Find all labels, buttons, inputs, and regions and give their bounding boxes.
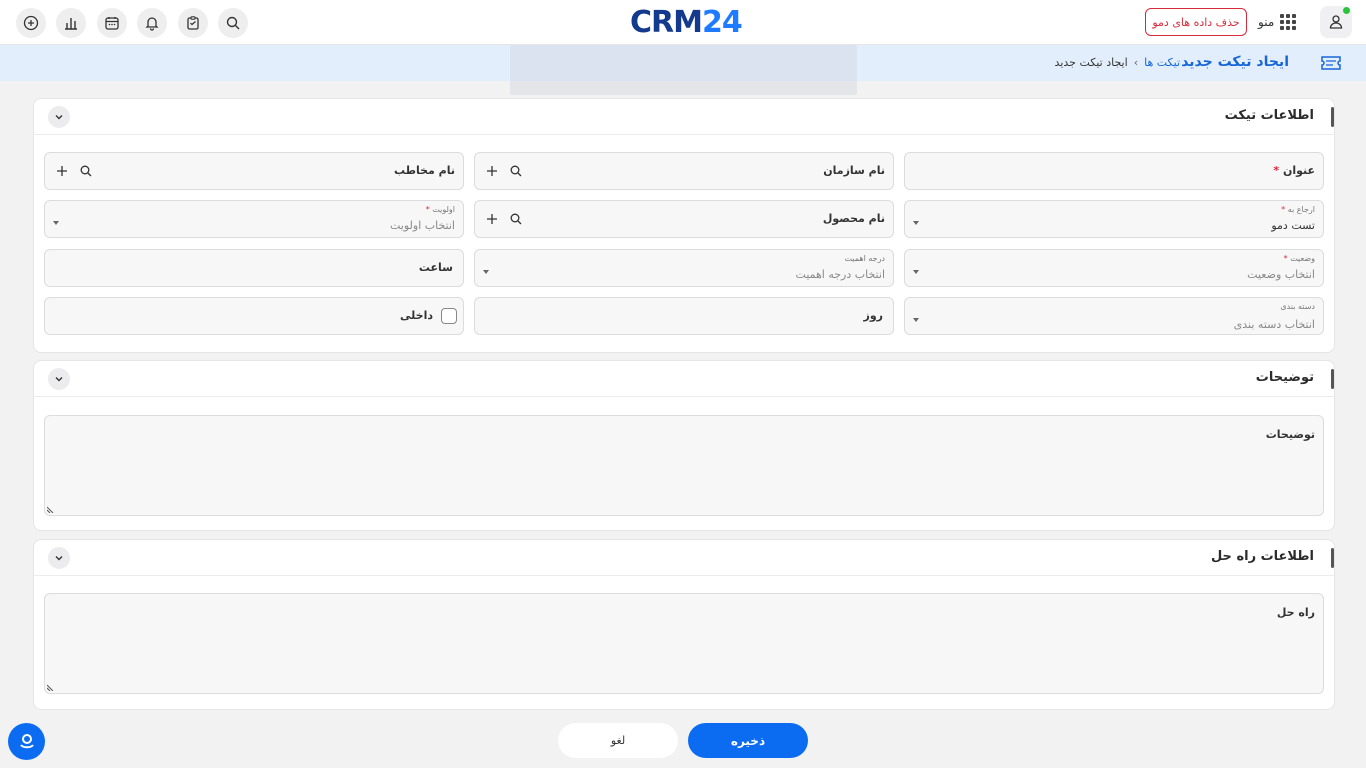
organization-field[interactable]: نام سازمان: [474, 152, 894, 190]
solution-textarea[interactable]: راه حل: [44, 593, 1324, 694]
chevron-down-icon: [913, 270, 919, 274]
assign-label: ارجاع به *: [1281, 205, 1315, 214]
search-icon[interactable]: [218, 8, 248, 38]
internal-label: داخلی: [400, 309, 433, 322]
status-label: وضعیت *: [1283, 254, 1315, 263]
hour-label: ساعت: [418, 261, 453, 274]
status-placeholder: انتخاب وضعیت: [1247, 268, 1315, 281]
solution-collapse-button[interactable]: [48, 547, 70, 569]
plus-icon[interactable]: [55, 164, 69, 178]
description-title: توضیحات: [1255, 370, 1314, 385]
delete-demo-data-button[interactable]: حذف داده های دمو: [1145, 8, 1247, 36]
chevron-down-icon: [55, 556, 63, 561]
section-accent-bar: [1331, 548, 1334, 568]
breadcrumb: تیکت ها › ایجاد تیکت جدید: [1055, 56, 1180, 69]
chevron-down-icon: [913, 318, 919, 322]
section-accent-bar: [1331, 107, 1334, 127]
breadcrumb-separator: ›: [1133, 56, 1139, 69]
importance-label: درجه اهمیت: [844, 254, 885, 263]
search-icon[interactable]: [509, 164, 523, 178]
contact-label: نام مخاطب: [393, 164, 455, 177]
logo-part-24: 24: [701, 4, 743, 40]
chevron-down-icon: [913, 221, 919, 225]
priority-select[interactable]: اولویت * انتخاب اولویت: [44, 200, 464, 238]
solution-title: اطلاعات راه حل: [1210, 549, 1314, 564]
description-header: توضیحات: [34, 361, 1334, 397]
description-collapse-button[interactable]: [48, 368, 70, 390]
category-placeholder: انتخاب دسته بندی: [1233, 318, 1315, 331]
category-label: دسته بندی: [1280, 302, 1315, 311]
product-field[interactable]: نام محصول: [474, 200, 894, 238]
resize-handle-icon[interactable]: [47, 683, 55, 691]
bar-chart-icon[interactable]: [56, 8, 86, 38]
product-label: نام محصول: [822, 212, 885, 225]
breadcrumb-current: ایجاد تیکت جدید: [1054, 56, 1128, 69]
category-select[interactable]: دسته بندی انتخاب دسته بندی: [904, 297, 1324, 335]
apps-grid-icon: [1280, 14, 1297, 30]
solution-card: اطلاعات راه حل راه حل: [33, 539, 1335, 710]
solution-field-label: راه حل: [1276, 606, 1315, 619]
menu-label: منو: [1258, 15, 1275, 29]
crm24-logo[interactable]: CRM 24: [630, 4, 743, 40]
search-icon[interactable]: [509, 212, 523, 226]
plus-icon[interactable]: [485, 164, 499, 178]
bell-icon[interactable]: [137, 8, 167, 38]
description-textarea[interactable]: توضیحات: [44, 415, 1324, 516]
description-card: توضیحات توضیحات: [33, 360, 1335, 531]
faded-toast-overlay: [510, 45, 857, 95]
ticket-info-title: اطلاعات تیکت: [1224, 108, 1314, 123]
clipboard-icon[interactable]: [178, 8, 208, 38]
importance-placeholder: انتخاب درجه اهمیت: [795, 268, 885, 281]
user-profile-button[interactable]: [1320, 6, 1352, 38]
support-chat-button[interactable]: [8, 723, 45, 760]
day-field[interactable]: روز: [474, 297, 894, 335]
ticket-icon: [1321, 56, 1341, 70]
logo-part-crm: CRM: [630, 4, 703, 40]
priority-placeholder: انتخاب اولویت: [389, 219, 455, 232]
chevron-down-icon: [55, 115, 63, 120]
calendar-icon[interactable]: [97, 8, 127, 38]
ticket-info-card: اطلاعات تیکت عنوان * نام سازمان نام مخاط…: [33, 98, 1335, 353]
subject-field[interactable]: عنوان *: [904, 152, 1324, 190]
search-icon[interactable]: [79, 164, 93, 178]
plus-icon[interactable]: [485, 212, 499, 226]
support-icon: [19, 733, 34, 748]
page-title: ایجاد تیکت جدید: [1181, 54, 1289, 70]
assign-value: تست دمو: [1271, 219, 1315, 232]
online-status-indicator: [1343, 7, 1350, 14]
breadcrumb-link-tickets[interactable]: تیکت ها: [1144, 56, 1180, 69]
user-icon: [1329, 15, 1343, 29]
chevron-down-icon: [53, 221, 59, 225]
top-bar: CRM 24 حذف داده های دمو منو: [0, 0, 1366, 45]
add-circle-icon[interactable]: [16, 8, 46, 38]
ticket-info-header: اطلاعات تیکت: [34, 99, 1334, 135]
assign-to-select[interactable]: ارجاع به * تست دمو: [904, 200, 1324, 238]
status-select[interactable]: وضعیت * انتخاب وضعیت: [904, 249, 1324, 287]
cancel-button[interactable]: لغو: [558, 723, 678, 758]
chevron-down-icon: [55, 377, 63, 382]
contact-field[interactable]: نام مخاطب: [44, 152, 464, 190]
day-label: روز: [863, 309, 883, 322]
menu-button[interactable]: منو: [1258, 10, 1297, 34]
subject-label: عنوان *: [1273, 164, 1315, 177]
importance-select[interactable]: درجه اهمیت انتخاب درجه اهمیت: [474, 249, 894, 287]
organization-label: نام سازمان: [823, 164, 885, 177]
internal-field: داخلی: [44, 297, 464, 335]
ticket-info-collapse-button[interactable]: [48, 106, 70, 128]
chevron-down-icon: [483, 270, 489, 274]
hour-field[interactable]: ساعت: [44, 249, 464, 287]
section-accent-bar: [1331, 369, 1334, 389]
internal-checkbox[interactable]: [441, 308, 457, 324]
solution-header: اطلاعات راه حل: [34, 540, 1334, 576]
save-button[interactable]: ذخیره: [688, 723, 808, 758]
description-field-label: توضیحات: [1265, 428, 1315, 441]
priority-label: اولویت *: [425, 205, 455, 214]
resize-handle-icon[interactable]: [47, 505, 55, 513]
